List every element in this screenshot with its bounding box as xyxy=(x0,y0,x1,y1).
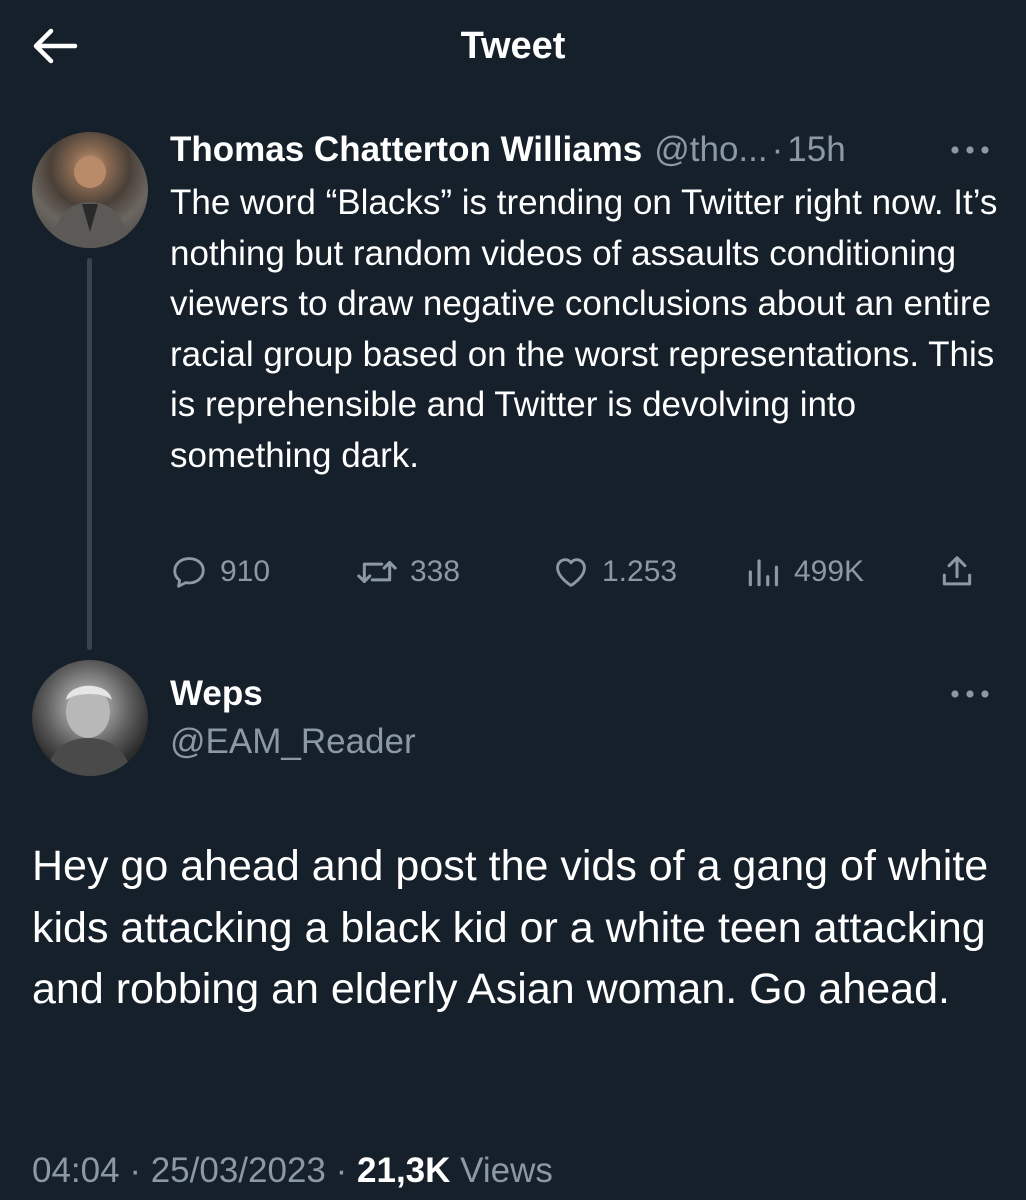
reply-count: 910 xyxy=(220,555,271,588)
tweet-text: Hey go ahead and post the vids of a gang… xyxy=(32,842,989,1013)
author-handle[interactable]: @tho... xyxy=(654,126,767,174)
views-label: Views xyxy=(460,1151,553,1190)
avatar-portrait xyxy=(46,685,132,776)
views-button[interactable]: 499K xyxy=(744,548,864,596)
tweet-actions: 910 338 1.253 499K xyxy=(170,548,1000,596)
more-icon xyxy=(951,146,989,154)
reply-icon xyxy=(173,557,205,588)
author-name[interactable]: Thomas Chatterton Williams xyxy=(170,126,642,174)
tweet-text: The word “Blacks” is trending on Twitter… xyxy=(170,183,1008,475)
views-count: 499K xyxy=(794,555,865,588)
more-options-button[interactable] xyxy=(944,674,996,714)
author-handle[interactable]: @EAM_Reader xyxy=(170,718,416,766)
reply-button[interactable]: 910 xyxy=(170,548,270,596)
like-button[interactable]: 1.253 xyxy=(552,548,677,596)
thread-connector xyxy=(87,258,92,650)
separator: · xyxy=(335,1151,348,1190)
separator: · xyxy=(129,1151,141,1190)
avatar[interactable] xyxy=(32,660,148,776)
tweet-header: Thomas Chatterton Williams @tho... · 15h xyxy=(170,126,846,174)
author-name[interactable]: Weps xyxy=(170,670,263,718)
separator: · xyxy=(771,130,784,169)
page-title: Tweet xyxy=(460,25,566,67)
top-bar: Tweet xyxy=(0,0,1026,92)
share-icon xyxy=(942,556,972,586)
heart-icon xyxy=(556,558,586,587)
tweet-time[interactable]: 04:04 xyxy=(32,1151,120,1190)
like-count: 1.253 xyxy=(602,555,678,588)
avatar[interactable] xyxy=(32,132,148,248)
tweet-time[interactable]: 15h xyxy=(787,126,845,174)
retweet-count: 338 xyxy=(410,555,461,588)
avatar-portrait xyxy=(50,156,130,248)
more-options-button[interactable] xyxy=(944,130,996,170)
tweet-date[interactable]: 25/03/2023 xyxy=(151,1151,326,1190)
more-icon xyxy=(951,690,989,698)
retweet-button[interactable]: 338 xyxy=(356,548,460,596)
analytics-icon xyxy=(748,559,779,587)
retweet-icon xyxy=(357,560,397,584)
views-count[interactable]: 21,3K xyxy=(357,1151,450,1190)
share-button[interactable] xyxy=(938,548,976,596)
tweet-metadata: 04:04 · 25/03/2023 · 21,3K Views xyxy=(32,1146,553,1196)
